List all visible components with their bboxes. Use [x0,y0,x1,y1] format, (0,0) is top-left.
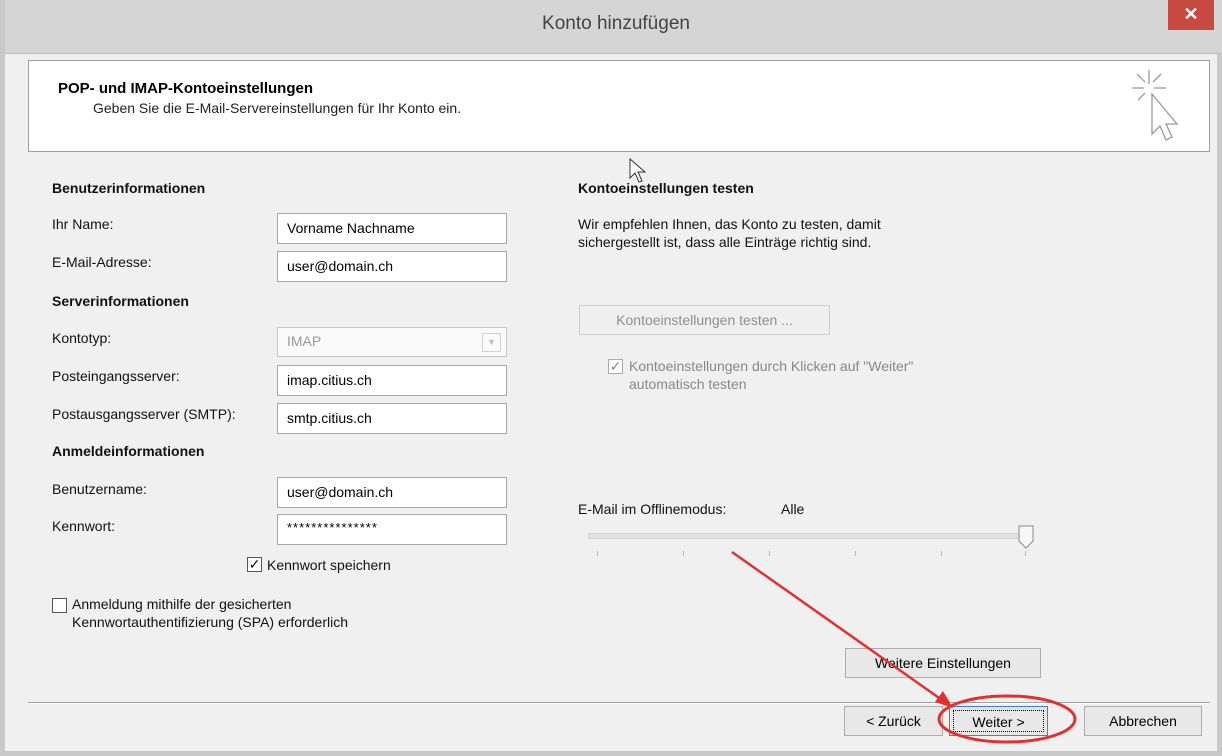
back-button[interactable]: < Zurück [844,706,943,736]
add-account-window: Konto hinzufügen ✕ POP- und IMAP-Kontoei… [0,0,1222,756]
email-field[interactable]: user@domain.ch [277,251,507,282]
test-desc-line1: Wir empfehlen Ihnen, das Konto zu testen… [578,216,881,232]
window-title: Konto hinzufügen [542,13,690,34]
chevron-down-icon: ▼ [482,333,501,352]
auto-test-label-line2: automatisch testen [629,376,747,392]
header-title: POP- und IMAP-Kontoeinstellungen [58,80,313,97]
server-info-heading: Serverinformationen [52,293,189,309]
login-info-heading: Anmeldeinformationen [52,443,205,459]
next-button[interactable]: Weiter > [949,706,1048,736]
remember-password-label: Kennwort speichern [267,557,391,573]
remember-password-checkbox[interactable]: ✓ [247,557,262,572]
name-label: Ihr Name: [52,216,114,232]
offline-slider-thumb[interactable] [1018,525,1034,549]
slider-tick [597,551,598,556]
test-desc-line2: sichergestellt ist, dass alle Einträge r… [578,234,872,250]
password-label: Kennwort: [52,518,116,534]
outgoing-server-field[interactable]: smtp.citius.ch [277,403,507,434]
header-panel: POP- und IMAP-Kontoeinstellungen Geben S… [28,60,1210,152]
outgoing-server-label: Postausgangsserver (SMTP): [52,406,236,422]
incoming-server-field[interactable]: imap.citius.ch [277,365,507,396]
password-field[interactable]: *************** [277,514,507,545]
username-field[interactable]: user@domain.ch [277,477,507,508]
account-type-select[interactable]: IMAP ▼ [277,327,507,357]
footer-separator [28,702,1210,704]
auto-test-label-line1: Kontoeinstellungen durch Klicken auf "We… [629,358,914,374]
auto-test-checkbox[interactable]: ✓ [608,359,623,374]
incoming-server-label: Posteingangsserver: [52,368,180,384]
slider-tick [1025,551,1026,556]
more-settings-button[interactable]: Weitere Einstellungen [845,648,1041,678]
slider-tick [683,551,684,556]
username-label: Benutzername: [52,481,147,497]
slider-tick [769,551,770,556]
next-button-label: Weiter > [953,710,1044,732]
spa-label-line1: Anmeldung mithilfe der gesicherten [72,596,292,612]
slider-tick [941,551,942,556]
user-info-heading: Benutzerinformationen [52,180,206,196]
cursor-sparkle-icon [1132,70,1179,141]
offline-mode-label: E-Mail im Offlinemodus: [578,501,727,517]
cancel-button[interactable]: Abbrechen [1084,706,1202,736]
header-subtitle: Geben Sie die E-Mail-Servereinstellungen… [93,100,462,116]
test-account-settings-button[interactable]: Kontoeinstellungen testen ... [579,305,830,335]
slider-tick [855,551,856,556]
spa-label-line2: Kennwortauthentifizierung (SPA) erforder… [72,614,348,630]
offline-mode-value: Alle [781,501,805,517]
close-button[interactable]: ✕ [1168,0,1214,30]
test-settings-heading: Kontoeinstellungen testen [578,180,754,196]
offline-slider-track[interactable] [588,533,1025,539]
spa-checkbox[interactable] [52,598,67,613]
account-type-label: Kontotyp: [52,330,112,346]
mouse-cursor-icon [629,158,647,183]
title-bar: Konto hinzufügen ✕ [5,0,1222,54]
name-field[interactable]: Vorname Nachname [277,213,507,244]
account-type-value: IMAP [287,333,322,349]
email-label: E-Mail-Adresse: [52,254,152,270]
